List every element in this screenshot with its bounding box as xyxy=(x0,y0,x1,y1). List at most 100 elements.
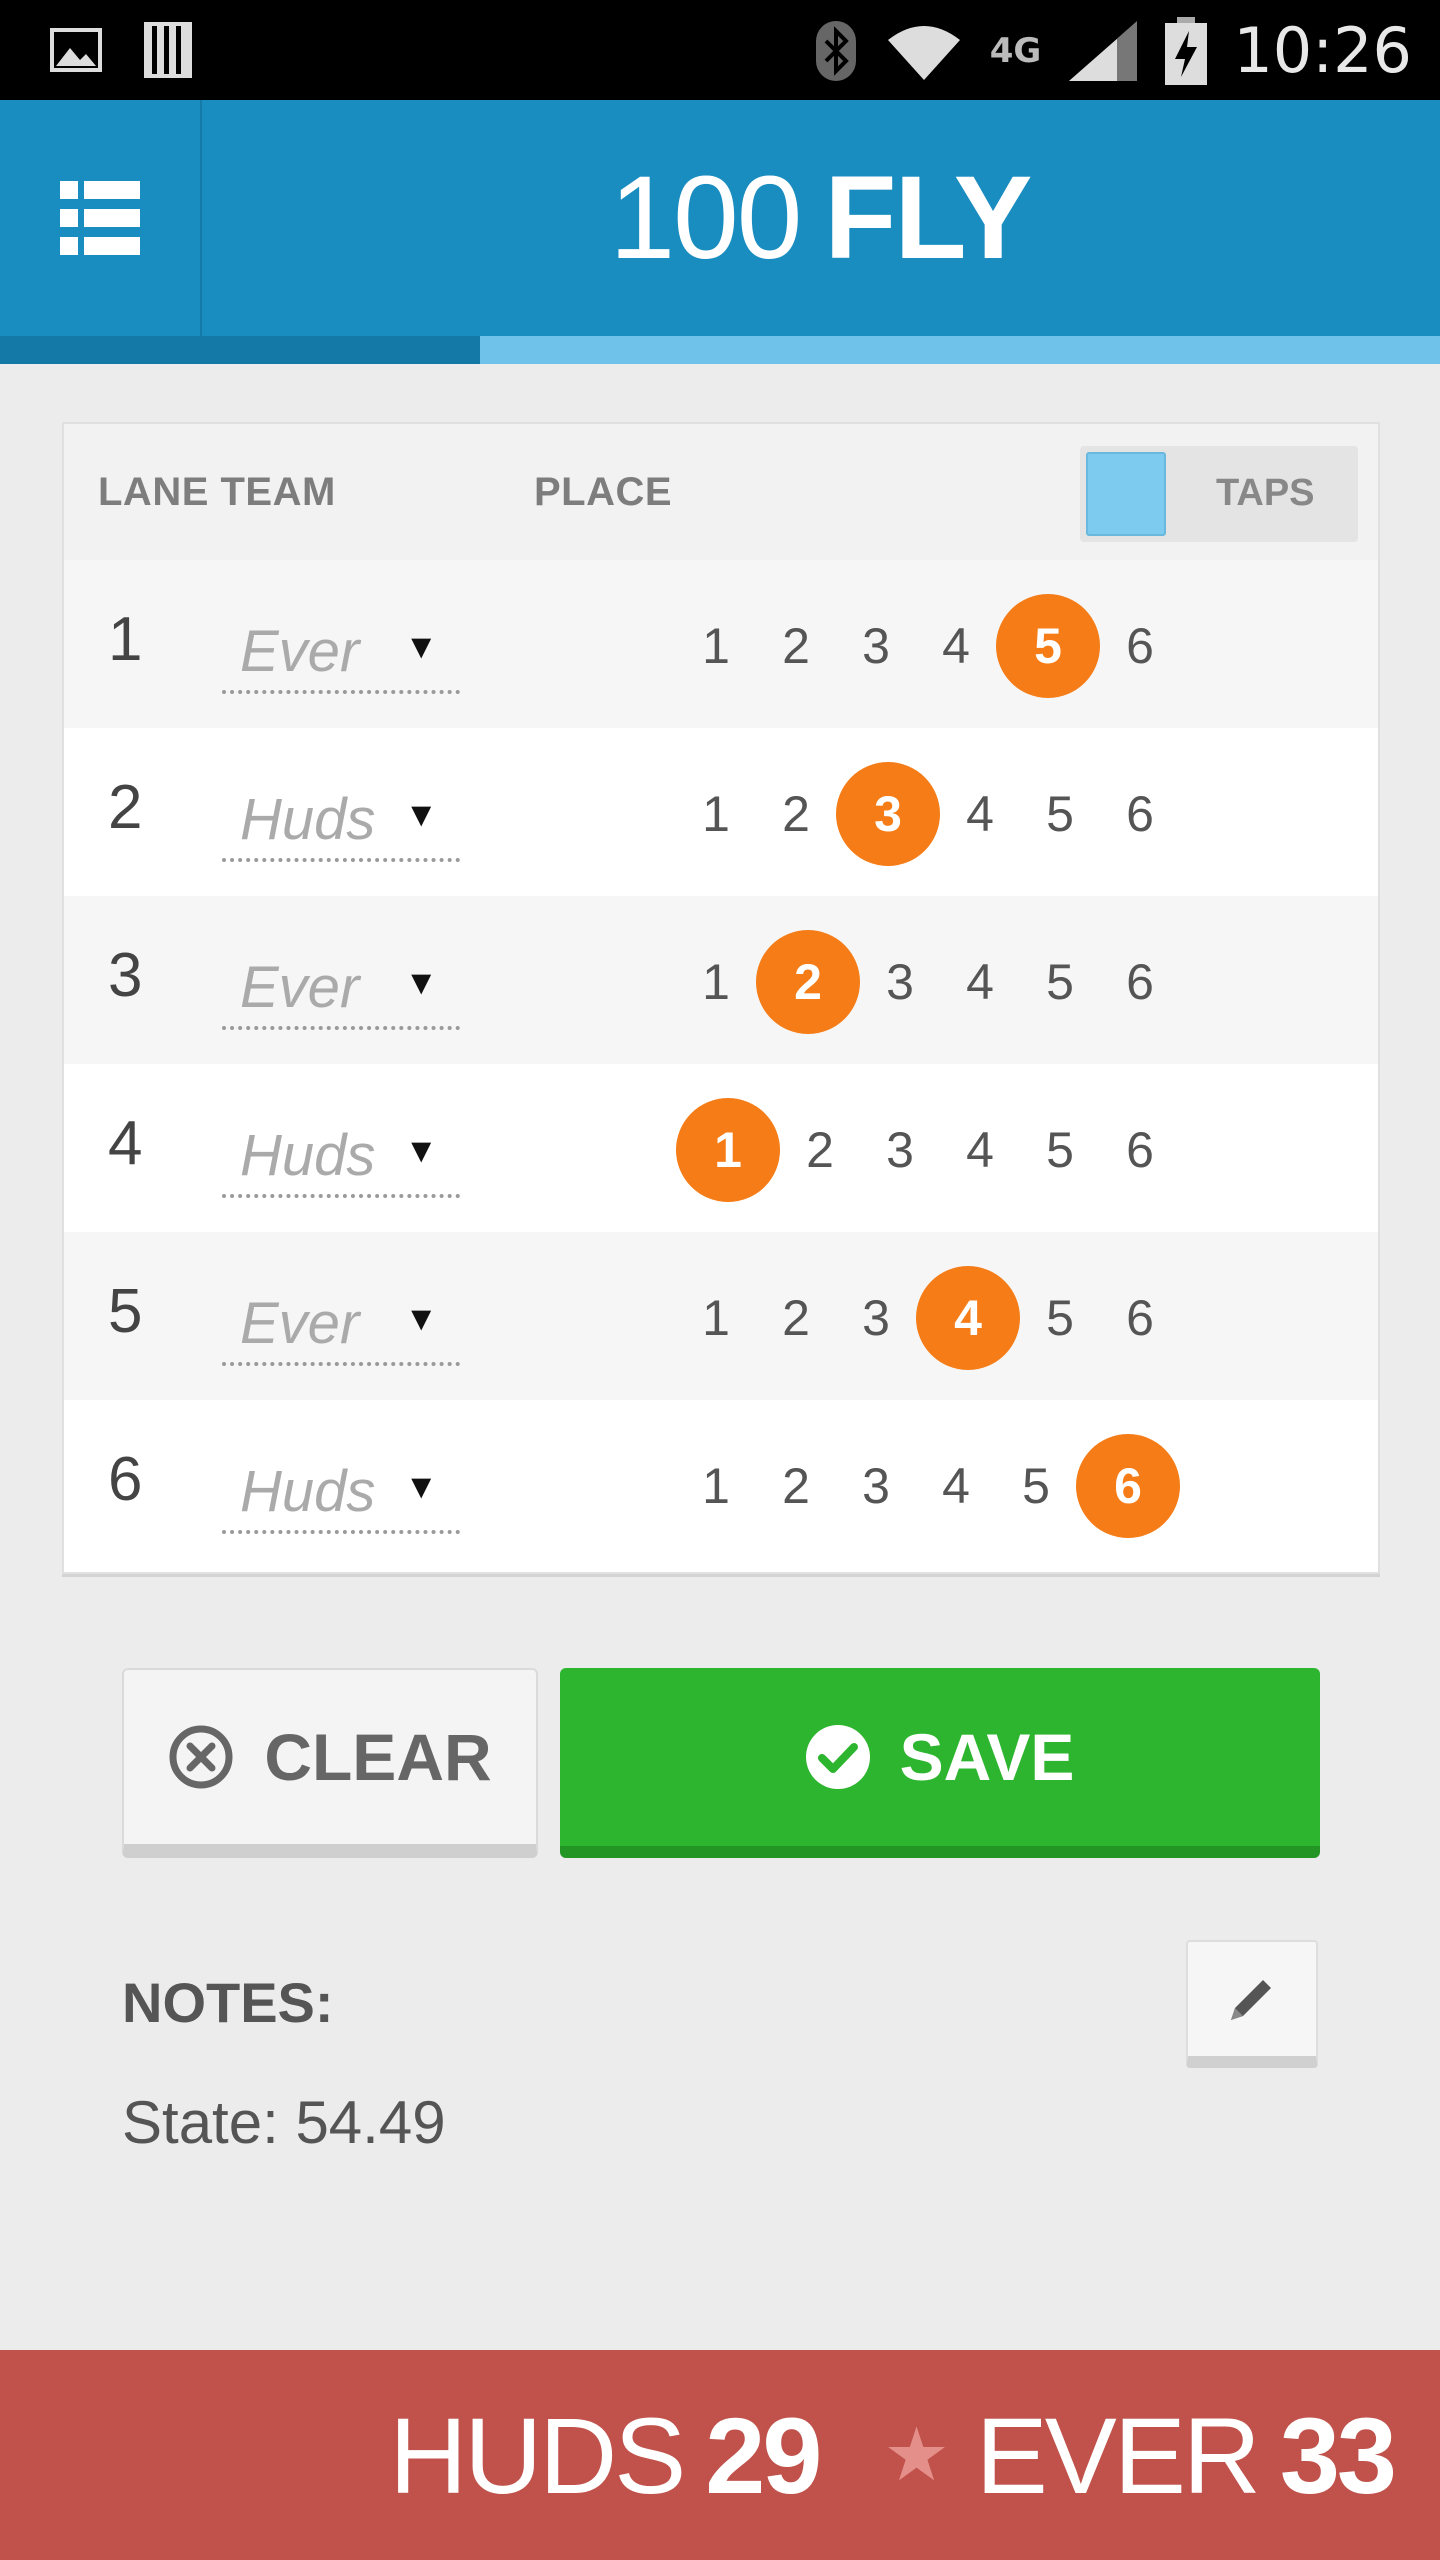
toggle-knob[interactable] xyxy=(1086,452,1166,536)
lane-number: 6 xyxy=(108,1445,143,1514)
place-option[interactable]: 3 xyxy=(836,1434,916,1538)
team-dropdown[interactable]: Huds ▼ xyxy=(222,1114,460,1198)
place-option[interactable]: 3 xyxy=(860,930,940,1034)
place-option[interactable]: 2 xyxy=(756,594,836,698)
place-option[interactable]: 3 xyxy=(836,1266,916,1370)
page-title: 100 FLY xyxy=(200,100,1440,336)
place-option[interactable]: 2 xyxy=(756,762,836,866)
table-row: 3 Ever ▼ 1 2 3 4 5 6 xyxy=(64,896,1378,1064)
team2-points: 33 xyxy=(1279,2394,1397,2516)
place-option[interactable]: 6 xyxy=(1100,1266,1180,1370)
clear-x-icon xyxy=(169,1725,233,1789)
place-selector: 123456 xyxy=(676,1098,1180,1202)
header-place: PLACE xyxy=(534,470,673,514)
place-option[interactable]: 6 xyxy=(1100,594,1180,698)
lane-number: 2 xyxy=(108,773,143,842)
header-lane-team: LANE TEAM xyxy=(98,470,336,514)
team-dropdown[interactable]: Huds ▼ xyxy=(222,778,460,862)
edit-notes-button[interactable] xyxy=(1186,1940,1318,2068)
check-icon xyxy=(805,1725,870,1789)
event-progress-bar xyxy=(0,336,1440,364)
pencil-icon xyxy=(1231,1980,1271,2020)
dropdown-arrow-icon: ▼ xyxy=(404,796,438,834)
app-bar: 100 FLY xyxy=(0,100,1440,364)
place-option[interactable]: 2 xyxy=(756,1434,836,1538)
place-selector: 123456 xyxy=(676,1266,1180,1370)
score-bar: HUDS 29 ★ EVER 33 xyxy=(0,2350,1440,2560)
place-option[interactable]: 5 xyxy=(1020,1098,1100,1202)
lane-number: 5 xyxy=(108,1277,143,1346)
team-dropdown[interactable]: Huds ▼ xyxy=(222,1450,460,1534)
place-option[interactable]: 2 xyxy=(780,1098,860,1202)
place-option-selected[interactable]: 1 xyxy=(676,1098,780,1202)
place-option[interactable]: 6 xyxy=(1100,930,1180,1034)
place-option[interactable]: 2 xyxy=(756,1266,836,1370)
team-dropdown-value: Ever xyxy=(240,1291,360,1356)
signal-icon xyxy=(1069,20,1138,81)
table-row: 2 Huds ▼ 1 2 3 4 5 6 xyxy=(64,728,1378,896)
dropdown-arrow-icon: ▼ xyxy=(404,964,438,1002)
notes-text: State: 54.49 xyxy=(122,2089,446,2156)
place-option[interactable]: 4 xyxy=(916,1434,996,1538)
team-dropdown-value: Huds xyxy=(240,787,376,852)
place-option-selected[interactable]: 4 xyxy=(916,1266,1020,1370)
sd-card-icon xyxy=(144,22,192,78)
battery-icon xyxy=(1165,16,1208,85)
status-bar: 4G 10:26 xyxy=(0,0,1440,100)
place-option-selected[interactable]: 6 xyxy=(1076,1434,1180,1538)
team-dropdown-value: Huds xyxy=(240,1123,376,1188)
place-option-selected[interactable]: 3 xyxy=(836,762,940,866)
place-option[interactable]: 1 xyxy=(676,1434,756,1538)
place-option[interactable]: 1 xyxy=(676,762,756,866)
event-stroke: FLY xyxy=(824,152,1032,284)
team-dropdown[interactable]: Ever ▼ xyxy=(222,1282,460,1366)
save-button[interactable]: SAVE xyxy=(560,1668,1320,1858)
place-option[interactable]: 6 xyxy=(1100,1098,1180,1202)
dropdown-arrow-icon: ▼ xyxy=(404,1300,438,1338)
place-option[interactable]: 6 xyxy=(1100,762,1180,866)
taps-toggle[interactable]: TAPS xyxy=(1080,446,1358,542)
place-option[interactable]: 4 xyxy=(940,762,1020,866)
clear-button[interactable]: CLEAR xyxy=(122,1668,538,1858)
table-row: 4 Huds ▼ 1 2 3 4 5 6 xyxy=(64,1064,1378,1232)
place-option[interactable]: 5 xyxy=(1020,1266,1100,1370)
place-option-selected[interactable]: 5 xyxy=(996,594,1100,698)
lane-number: 4 xyxy=(108,1109,143,1178)
image-icon xyxy=(50,28,102,72)
team1-points: 29 xyxy=(705,2394,822,2516)
team1-name: HUDS xyxy=(389,2394,686,2516)
team-dropdown-value: Ever xyxy=(240,619,360,684)
table-row: 5 Ever ▼ 1 2 3 4 5 6 xyxy=(64,1232,1378,1400)
dropdown-arrow-icon: ▼ xyxy=(404,628,438,666)
dropdown-arrow-icon: ▼ xyxy=(404,1132,438,1170)
place-option[interactable]: 3 xyxy=(836,594,916,698)
place-option[interactable]: 3 xyxy=(860,1098,940,1202)
network-type: 4G xyxy=(989,30,1042,71)
place-option[interactable]: 4 xyxy=(940,930,1020,1034)
place-option-selected[interactable]: 2 xyxy=(756,930,860,1034)
place-option[interactable]: 1 xyxy=(676,1266,756,1370)
place-option[interactable]: 5 xyxy=(1020,930,1100,1034)
team-dropdown[interactable]: Ever ▼ xyxy=(222,946,460,1030)
event-progress-fill xyxy=(0,336,480,364)
menu-button[interactable] xyxy=(0,100,202,336)
place-option[interactable]: 4 xyxy=(916,594,996,698)
place-option[interactable]: 1 xyxy=(676,930,756,1034)
place-option[interactable]: 4 xyxy=(940,1098,1020,1202)
place-option[interactable]: 5 xyxy=(1020,762,1100,866)
place-selector: 123456 xyxy=(676,594,1180,698)
team2-score: EVER 33 xyxy=(975,2393,1397,2518)
team-dropdown-value: Huds xyxy=(240,1459,376,1524)
list-menu-icon xyxy=(60,181,140,255)
place-selector: 123456 xyxy=(676,762,1180,866)
star-icon: ★ xyxy=(883,2413,950,2496)
team-dropdown[interactable]: Ever ▼ xyxy=(222,610,460,694)
bluetooth-icon xyxy=(815,20,856,81)
table-row: 6 Huds ▼ 1 2 3 4 5 6 xyxy=(64,1400,1378,1568)
team2-name: EVER xyxy=(975,2394,1261,2516)
lane-number: 3 xyxy=(108,941,143,1010)
place-option[interactable]: 5 xyxy=(996,1434,1076,1538)
results-table: LANE TEAM PLACE TAPS 1 Ever ▼ 1 2 3 4 5 6 2 Huds ▼ 1… xyxy=(62,422,1380,1574)
place-option[interactable]: 1 xyxy=(676,594,756,698)
event-number: 100 xyxy=(609,152,803,284)
